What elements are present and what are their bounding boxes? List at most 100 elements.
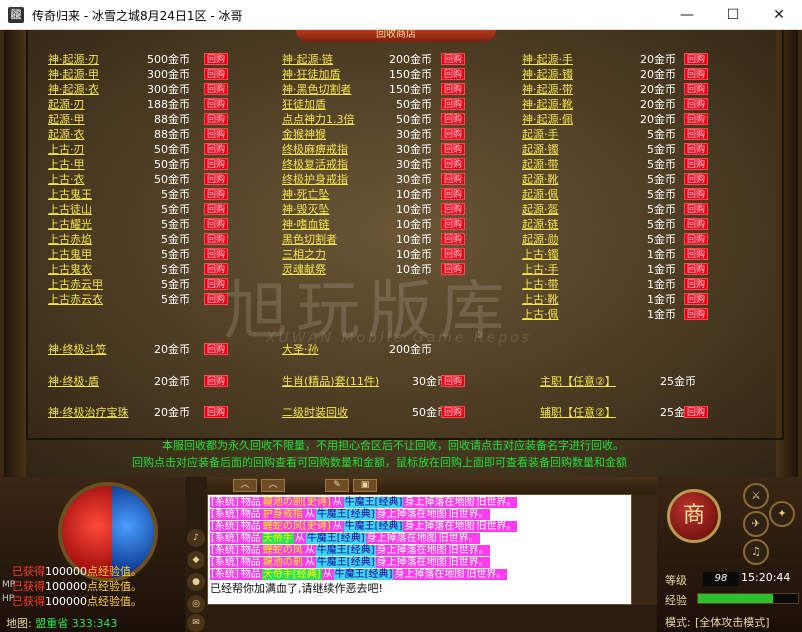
plane-icon[interactable]: ✈ [743,511,769,537]
buyback-button[interactable]: 回购 [684,278,708,290]
item-name-link[interactable]: 起源·衣 [48,127,85,142]
item-name-link[interactable]: 神·黑色切割者 [282,82,352,97]
item-name-link[interactable]: 神·起源·靴 [522,97,573,112]
item-name-link[interactable]: 起源·镯 [522,142,559,157]
buyback-button[interactable]: 回购 [684,98,708,110]
buyback-button[interactable]: 回购 [204,218,228,230]
buyback-button[interactable]: 回购 [204,68,228,80]
buyback-button[interactable]: 回购 [204,233,228,245]
buyback-button[interactable]: 回购 [204,203,228,215]
diamond-icon[interactable]: ◆ [187,551,205,569]
item-name-link[interactable]: 上古·手 [522,262,559,277]
item-name-link[interactable]: 神·终极·盾 [48,374,99,389]
buyback-button[interactable]: 回购 [441,83,465,95]
buyback-button[interactable]: 回购 [204,188,228,200]
mail-icon[interactable]: ✉ [187,614,205,632]
buyback-button[interactable]: 回购 [684,188,708,200]
item-name-link[interactable]: 神·毁灭坠 [282,202,330,217]
chevron-up-icon[interactable]: ︿ [261,479,285,492]
item-name-link[interactable]: 上古鬼甲 [48,247,92,262]
item-name-link[interactable]: 终极护身戒指 [282,172,348,187]
buyback-button[interactable]: 回购 [684,83,708,95]
item-name-link[interactable]: 上古·带 [522,277,559,292]
buyback-button[interactable]: 回购 [204,406,228,418]
item-name-link[interactable]: 主职【任意②】 [540,374,616,389]
item-name-link[interactable]: 神·起源·刃 [48,52,99,67]
item-name-link[interactable]: 终极麻痹戒指 [282,142,348,157]
item-name-link[interactable]: 二级时装回收 [282,405,348,420]
item-name-link[interactable]: 上古·镯 [522,247,559,262]
item-name-link[interactable]: 上古徒山 [48,202,92,217]
buyback-button[interactable]: 回购 [441,203,465,215]
item-name-link[interactable]: 神·起源·衣 [48,82,99,97]
shop-button[interactable]: 商 [667,489,721,543]
buyback-button[interactable]: 回购 [204,375,228,387]
item-name-link[interactable]: 神·终极斗笠 [48,342,107,357]
chat-input-bar[interactable] [207,605,657,632]
item-name-link[interactable]: 起源·手 [522,127,559,142]
edit-icon[interactable]: ✎ [325,479,349,492]
item-name-link[interactable]: 神·起源·甲 [48,67,99,82]
item-name-link[interactable]: 起源·带 [522,157,559,172]
buyback-button[interactable]: 回购 [441,128,465,140]
buyback-button[interactable]: 回购 [684,233,708,245]
buyback-button[interactable]: 回购 [204,98,228,110]
item-name-link[interactable]: 起源·靴 [522,172,559,187]
buyback-button[interactable]: 回购 [441,143,465,155]
item-name-link[interactable]: 上古赤云衣 [48,292,103,307]
item-name-link[interactable]: 上古·靴 [522,292,559,307]
item-name-link[interactable]: 黑色切割者 [282,232,337,247]
buyback-button[interactable]: 回购 [441,248,465,260]
buyback-button[interactable]: 回购 [684,203,708,215]
buyback-button[interactable]: 回购 [441,53,465,65]
item-name-link[interactable]: 神·起源·链 [282,52,333,67]
buyback-button[interactable]: 回购 [204,248,228,260]
item-name-link[interactable]: 神·嗜血链 [282,217,330,232]
item-name-link[interactable]: 上古赤云甲 [48,277,103,292]
buyback-button[interactable]: 回购 [684,406,708,418]
buyback-button[interactable]: 回购 [441,68,465,80]
close-button[interactable]: ✕ [756,0,802,30]
buyback-button[interactable]: 回购 [441,406,465,418]
item-name-link[interactable]: 神·起源·佩 [522,112,573,127]
item-name-link[interactable]: 起源·链 [522,217,559,232]
buyback-button[interactable]: 回购 [441,188,465,200]
buyback-button[interactable]: 回购 [204,293,228,305]
item-name-link[interactable]: 上古鬼王 [48,187,92,202]
buyback-button[interactable]: 回购 [684,173,708,185]
item-name-link[interactable]: 上古赤焰 [48,232,92,247]
item-name-link[interactable]: 上古·甲 [48,157,85,172]
item-name-link[interactable]: 神·终极治疗宝珠 [48,405,129,420]
buyback-button[interactable]: 回购 [204,173,228,185]
item-name-link[interactable]: 上古·刃 [48,142,85,157]
music-icon[interactable]: ♫ [743,539,769,565]
buyback-button[interactable]: 回购 [204,263,228,275]
target-icon[interactable]: ◎ [187,595,205,613]
buyback-button[interactable]: 回购 [684,158,708,170]
item-name-link[interactable]: 起源·刃 [48,97,85,112]
item-name-link[interactable]: 起源·盔 [522,202,559,217]
star-icon[interactable]: ✦ [769,501,795,527]
buyback-button[interactable]: 回购 [441,98,465,110]
buyback-button[interactable]: 回购 [441,375,465,387]
buyback-button[interactable]: 回购 [684,128,708,140]
item-name-link[interactable]: 灵魂献祭 [282,262,326,277]
sword-icon[interactable]: ⚔ [743,483,769,509]
buyback-button[interactable]: 回购 [441,233,465,245]
attack-mode[interactable]: [全体攻击模式] [695,614,770,630]
chat-scrollbar[interactable] [632,494,657,605]
buyback-button[interactable]: 回购 [684,293,708,305]
buyback-button[interactable]: 回购 [204,53,228,65]
item-name-link[interactable]: 神·起源·手 [522,52,573,67]
buyback-button[interactable]: 回购 [441,158,465,170]
item-name-link[interactable]: 上古鬼衣 [48,262,92,277]
buyback-button[interactable]: 回购 [684,308,708,320]
item-name-link[interactable]: 神·狂徒加盾 [282,67,341,82]
item-name-link[interactable]: 生肖(精品)套(11件) [282,374,379,389]
sound-icon[interactable]: ♪ [187,529,205,547]
buyback-button[interactable]: 回购 [204,158,228,170]
item-name-link[interactable]: 终极复活戒指 [282,157,348,172]
record-icon[interactable]: ● [187,573,205,591]
item-name-link[interactable]: 辅职【任意②】 [540,405,616,420]
buyback-button[interactable]: 回购 [684,113,708,125]
